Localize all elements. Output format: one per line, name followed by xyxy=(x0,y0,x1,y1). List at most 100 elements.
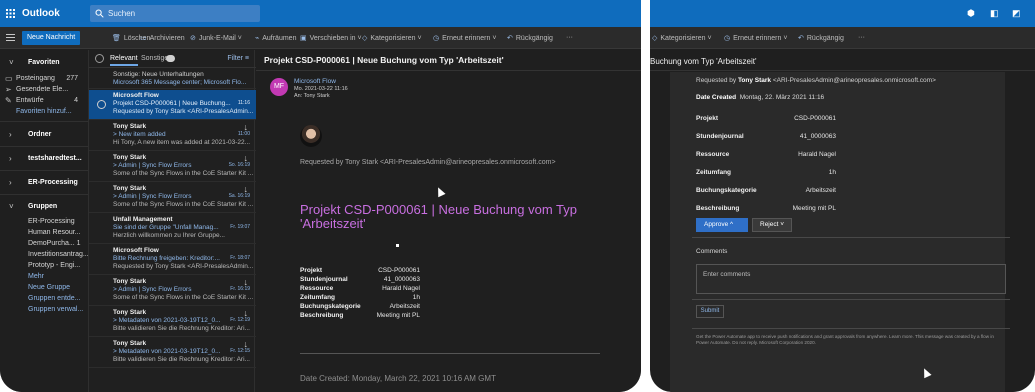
divider xyxy=(692,328,1010,329)
divider xyxy=(0,146,88,147)
message-preview: Requested by Tony Stark <ARI-PresalesAdm… xyxy=(113,263,253,270)
message-subject: Projekt CSD-P000061 | Neue Buchung... xyxy=(113,100,231,107)
app-launcher-icon[interactable] xyxy=(6,9,15,18)
chevron-down-icon: ˅ xyxy=(9,58,14,67)
approve-button[interactable]: Approve ^ xyxy=(696,218,748,232)
message-time: Fr. 18:07 xyxy=(230,255,250,261)
message-preview: Hi Tony, A new item was added at 2021-03… xyxy=(113,139,251,146)
list-item[interactable]: Unfall Management Sie sind der Gruppe "U… xyxy=(89,214,256,244)
avatar[interactable]: MF xyxy=(270,78,288,96)
message-subject: Microsoft 365 Message center; Microsoft … xyxy=(113,79,247,86)
outlook-window-left: Outlook Suchen Neue Nachricht 🗑 Löschen ▭… xyxy=(0,0,641,392)
reject-button[interactable]: Reject ˅ xyxy=(752,218,792,232)
filter-button[interactable]: Filter ≡ xyxy=(227,55,249,62)
email-recipient: An: Tony Stark xyxy=(294,93,330,99)
top-bar: Outlook Suchen xyxy=(0,0,641,27)
message-sender: Tony Stark xyxy=(113,154,147,161)
divider xyxy=(256,70,641,71)
message-preview: Some of the Sync Flows in the CoE Starte… xyxy=(113,201,253,208)
tab-other[interactable]: Sonstige xyxy=(141,55,168,62)
message-time: Fr. 19:07 xyxy=(230,224,250,230)
folder-move-icon: ▣ xyxy=(300,35,307,42)
menu-icon[interactable] xyxy=(6,34,15,41)
manage-groups-link[interactable]: Gruppen verwal... xyxy=(0,303,88,317)
message-sender: Tony Stark xyxy=(113,185,147,192)
divider xyxy=(0,194,88,195)
select-radio[interactable] xyxy=(97,100,106,109)
add-favorite-link[interactable]: Favoriten hinzuf... xyxy=(0,105,88,119)
divider xyxy=(692,299,1010,300)
ordner-header[interactable]: › Ordner xyxy=(0,128,88,142)
snooze-button[interactable]: ◷ Erneut erinnern ˅ xyxy=(724,34,787,42)
approval-card: Requested by Tony Stark <ARI-PresalesAdm… xyxy=(670,72,1010,392)
search-icon xyxy=(95,9,104,18)
account-testshared[interactable]: › testsharedtest... xyxy=(0,152,88,166)
chevron-right-icon: › xyxy=(9,178,12,187)
footer-text: Get the Power Automate app to receive pu… xyxy=(696,334,994,345)
list-item[interactable]: Tony Stark ↓ > Admin | Sync Flow Errors … xyxy=(89,152,256,182)
message-time: Fr. 12:15 xyxy=(230,348,250,354)
archive-button[interactable]: ▭ Archivieren xyxy=(140,34,185,42)
more-button[interactable]: ··· xyxy=(566,34,573,41)
cleanup-button[interactable]: ⌁ Aufräumen xyxy=(255,34,296,42)
list-item[interactable]: Tony Stark ↓ > Metadaten von 2021-03-19T… xyxy=(89,338,256,368)
email-subject: Projekt CSD-P000061 | Neue Buchung vom T… xyxy=(264,55,504,65)
list-item-selected[interactable]: Microsoft Flow Projekt CSD-P000061 | Neu… xyxy=(89,90,256,120)
details-table: Projekt CSD-P000061 Stundenjournal 41_0000… xyxy=(300,267,420,321)
skype-icon[interactable]: ⬢ xyxy=(967,8,975,19)
detail-row: Projekt CSD-P000061 xyxy=(696,115,836,122)
message-sender: Tony Stark xyxy=(113,123,147,130)
command-bar: ◇ Kategorisieren ˅ ◷ Erneut erinnern ˅ ↶ Rü… xyxy=(650,27,1035,49)
requester-photo xyxy=(300,125,322,147)
favorites-header[interactable]: ˅ Favoriten xyxy=(0,56,88,70)
megaphone-icon[interactable]: ◩ xyxy=(1012,8,1021,19)
submit-button[interactable]: Submit xyxy=(696,305,724,318)
list-item[interactable]: Sonstige: Neue Unterhaltungen Microsoft … xyxy=(89,69,256,89)
detail-row: Projekt CSD-P000061 xyxy=(300,267,420,274)
undo-icon: ↶ xyxy=(798,35,804,42)
move-button[interactable]: ▣ Verschieben in ˅ xyxy=(300,34,362,42)
tag-icon: ◇ xyxy=(652,35,658,42)
details-table: Projekt CSD-P000061 Stundenjournal 41_0000… xyxy=(696,115,836,223)
new-message-button[interactable]: Neue Nachricht xyxy=(22,31,81,45)
search-placeholder: Suchen xyxy=(108,9,136,18)
account-er-processing[interactable]: › ER-Processing xyxy=(0,176,88,190)
message-list: Relevant Sonstige Filter ≡ Sonstige: Neu… xyxy=(88,50,256,392)
list-item[interactable]: Tony Stark ↓ > Admin | Sync Flow Errors … xyxy=(89,276,256,306)
block-icon: ⊘ xyxy=(190,35,196,42)
snooze-button[interactable]: ◷ Erneut erinnern ˅ xyxy=(433,34,496,42)
message-preview: Herzlich willkommen zu Ihrer Gruppe... xyxy=(113,232,225,239)
message-sender: Tony Stark xyxy=(113,309,147,316)
comments-input[interactable]: Enter comments xyxy=(696,264,1006,294)
list-item[interactable]: Tony Stark ↓ > New item added 11:00 Hi T… xyxy=(89,121,256,151)
list-item[interactable]: Microsoft Flow Bitte Rechnung freigeben:… xyxy=(89,245,256,275)
approval-title: Projekt CSD-P000061 | Neue Buchung vom T… xyxy=(300,202,578,231)
undo-button[interactable]: ↶ Rückgängig xyxy=(507,34,553,42)
detail-row: Zeitumfang 1h xyxy=(300,294,420,301)
detail-row: Ressource Harald Nagel xyxy=(696,151,836,158)
list-item[interactable]: Tony Stark ↓ > Admin | Sync Flow Errors … xyxy=(89,183,256,213)
command-bar: Neue Nachricht 🗑 Löschen ▭ Archivieren ⊘ Ju… xyxy=(0,27,641,49)
message-list-header: Relevant Sonstige Filter ≡ xyxy=(89,50,256,68)
message-preview: Requested by Tony Stark <ARI-PresalesAdm… xyxy=(113,108,253,115)
groups-header[interactable]: ˅ Gruppen xyxy=(0,200,88,214)
email-sender[interactable]: Microsoft Flow xyxy=(294,78,336,85)
list-item[interactable]: Tony Stark ↓ > Metadaten von 2021-03-19T… xyxy=(89,307,256,337)
search-input[interactable]: Suchen xyxy=(90,5,260,22)
more-button[interactable]: ··· xyxy=(858,34,865,41)
tab-focused[interactable]: Relevant xyxy=(110,55,138,66)
categorize-button[interactable]: ◇ Kategorisieren ˅ xyxy=(362,34,422,42)
teams-icon[interactable]: ◧ xyxy=(990,8,999,19)
divider xyxy=(650,70,1035,71)
message-preview: Bitte validieren Sie die Rechnung Kredit… xyxy=(113,325,250,332)
undo-button[interactable]: ↶ Rückgängig xyxy=(798,34,844,42)
select-all-checkbox[interactable] xyxy=(95,54,104,63)
focused-toggle[interactable] xyxy=(166,55,175,62)
message-time: Sa. 16:19 xyxy=(228,193,250,199)
date-created: Date Created: Monday, March 22, 2021 10:… xyxy=(300,374,496,383)
detail-row: Stundenjournal 41_0000063 xyxy=(300,276,420,283)
outlook-window-right: ⬢ ◧ ◩ ◇ Kategorisieren ˅ ◷ Erneut erinnern… xyxy=(650,0,1035,392)
email-date: Mo. 2021-03-22 11:16 xyxy=(294,86,348,92)
junk-button[interactable]: ⊘ Junk-E-Mail ˅ xyxy=(190,34,242,42)
categorize-button[interactable]: ◇ Kategorisieren ˅ xyxy=(652,34,712,42)
